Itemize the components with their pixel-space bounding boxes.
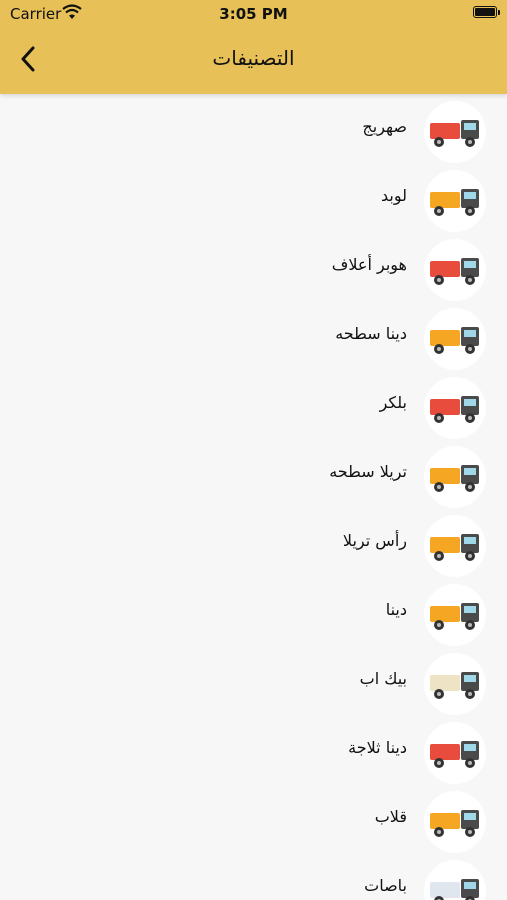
- category-row[interactable]: دينا سطحه: [0, 301, 507, 371]
- category-label: لوبد: [381, 186, 407, 205]
- category-row[interactable]: دينا: [0, 577, 507, 647]
- pickup-truck-icon: [424, 653, 486, 715]
- category-label: بلكر: [379, 393, 407, 412]
- category-label: هوبر أعلاف: [331, 255, 407, 274]
- category-label: باصات: [364, 876, 407, 895]
- category-row[interactable]: رأس تريلا: [0, 508, 507, 578]
- top-bar: Carrier 3:05 PM التصنيفات: [0, 0, 507, 94]
- bulker-truck-icon: [424, 377, 486, 439]
- category-label: دينا ثلاجة: [348, 738, 407, 757]
- trailer-head-icon: [424, 515, 486, 577]
- tanker-truck-icon: [424, 101, 486, 163]
- category-row[interactable]: لوبد: [0, 163, 507, 233]
- category-row[interactable]: تريلا سطحه: [0, 439, 507, 509]
- dyna-truck-icon: [424, 584, 486, 646]
- category-label: قلاب: [374, 807, 407, 826]
- category-row[interactable]: قلاب: [0, 784, 507, 854]
- flatbed-trailer-icon: [424, 446, 486, 508]
- battery-icon: [473, 6, 500, 18]
- feed-hopper-truck-icon: [424, 239, 486, 301]
- status-bar: Carrier 3:05 PM: [0, 0, 507, 28]
- category-row[interactable]: بلكر: [0, 370, 507, 440]
- category-label: بيك اب: [359, 669, 407, 688]
- status-time: 3:05 PM: [219, 5, 288, 23]
- dump-truck-icon: [424, 791, 486, 853]
- category-row[interactable]: صهريج: [0, 94, 507, 164]
- category-row[interactable]: بيك اب: [0, 646, 507, 716]
- refrigerated-truck-icon: [424, 722, 486, 784]
- category-row[interactable]: هوبر أعلاف: [0, 232, 507, 302]
- category-row[interactable]: باصات: [0, 853, 507, 900]
- category-row[interactable]: دينا ثلاجة: [0, 715, 507, 785]
- category-list: صهريج لوبد هوبر أعلاف دينا سطحه بلكر تريلا سط…: [0, 94, 507, 900]
- navigation-bar: التصنيفات: [0, 28, 507, 94]
- category-label: رأس تريلا: [342, 531, 407, 550]
- category-label: صهريج: [362, 117, 407, 136]
- category-label: تريلا سطحه: [329, 462, 407, 481]
- category-label: دينا سطحه: [335, 324, 407, 343]
- flatbed-dyna-truck-icon: [424, 308, 486, 370]
- page-title: التصنيفات: [212, 46, 295, 70]
- bus-icon: [424, 860, 486, 900]
- lowbed-truck-icon: [424, 170, 486, 232]
- category-label: دينا: [385, 600, 407, 619]
